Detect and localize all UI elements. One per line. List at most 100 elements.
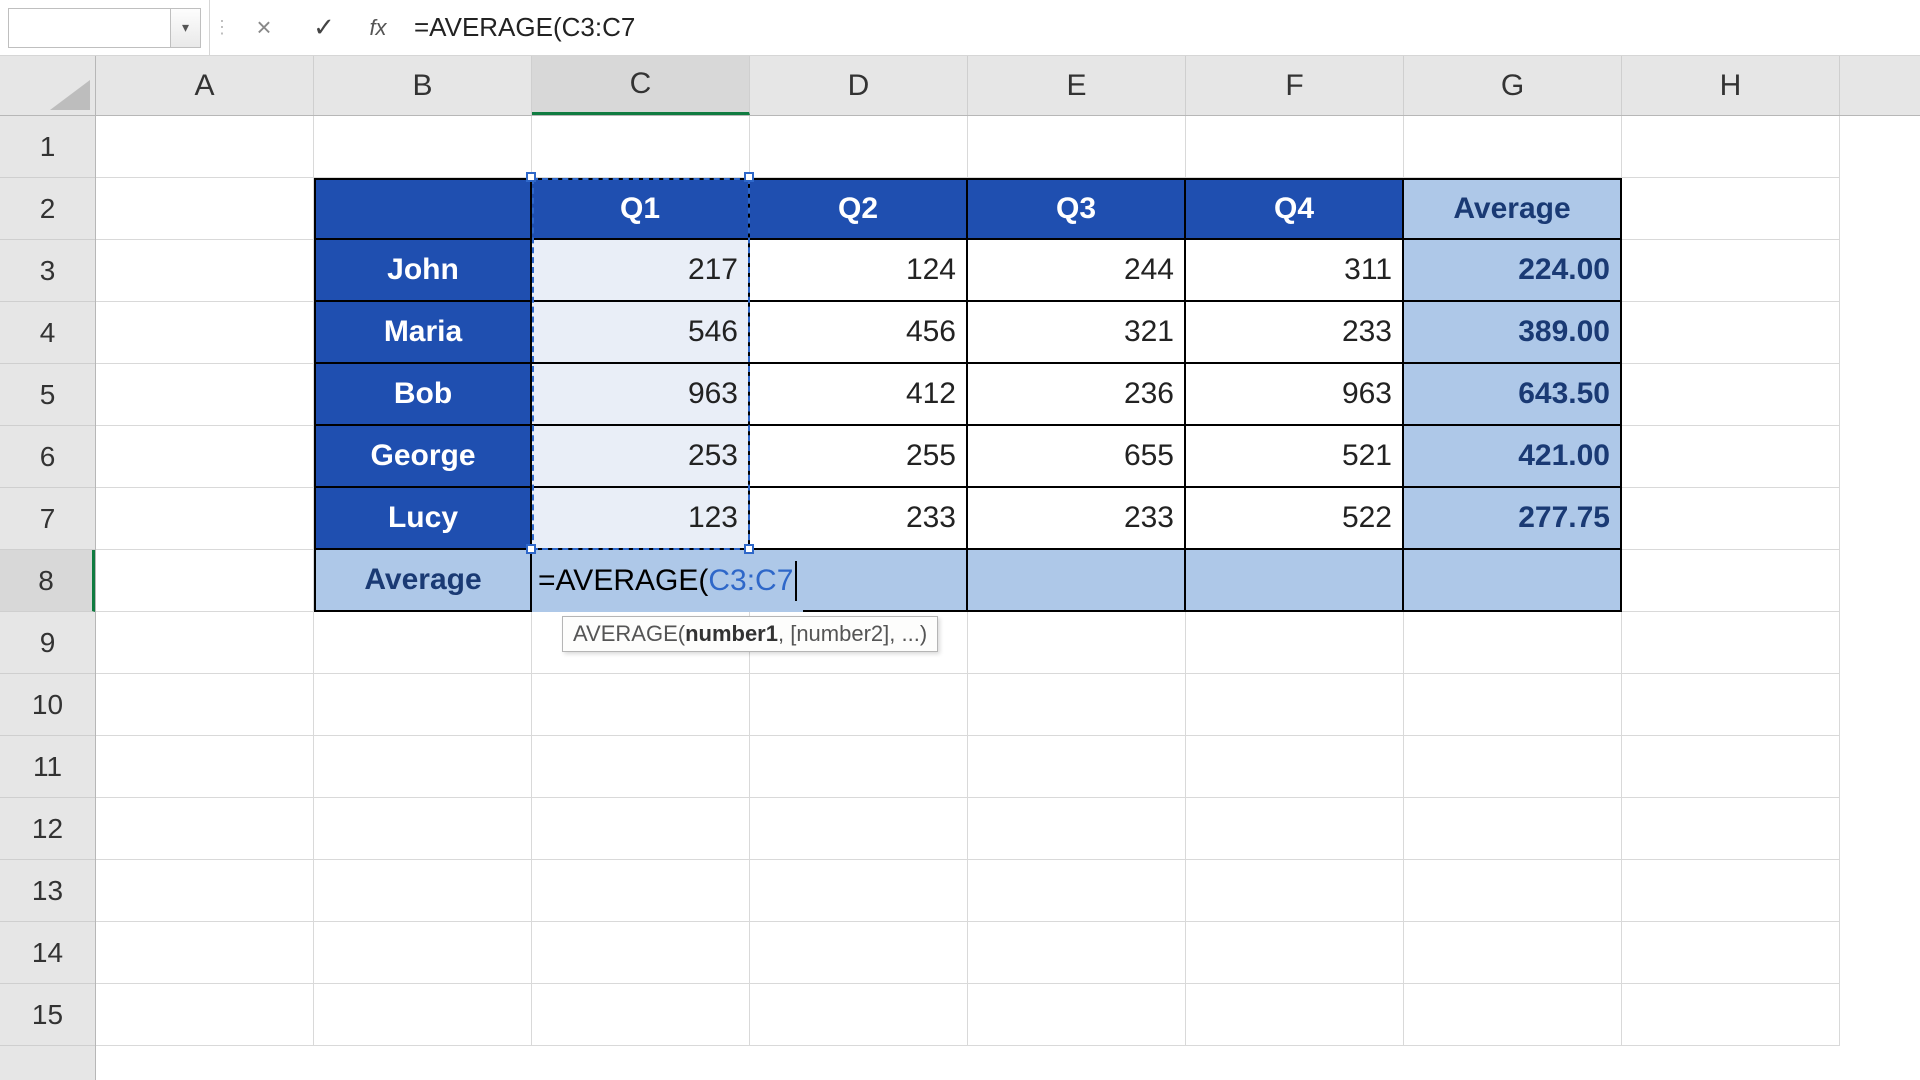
cell-H9[interactable] (1622, 612, 1840, 674)
cell-B5[interactable]: Bob (314, 364, 532, 426)
cell-H11[interactable] (1622, 736, 1840, 798)
cell-A5[interactable] (96, 364, 314, 426)
cell-G6[interactable]: 421.00 (1404, 426, 1622, 488)
cell-A12[interactable] (96, 798, 314, 860)
column-header-E[interactable]: E (968, 56, 1186, 115)
cell-G9[interactable] (1404, 612, 1622, 674)
column-header-A[interactable]: A (96, 56, 314, 115)
cell-C10[interactable] (532, 674, 750, 736)
row-header-12[interactable]: 12 (0, 798, 95, 860)
cell-G11[interactable] (1404, 736, 1622, 798)
row-header-3[interactable]: 3 (0, 240, 95, 302)
formula-cancel-button[interactable]: × (234, 0, 294, 55)
cell-C2[interactable]: Q1 (532, 178, 750, 240)
select-all-corner[interactable] (0, 56, 96, 116)
cell-G4[interactable]: 389.00 (1404, 302, 1622, 364)
cell-A6[interactable] (96, 426, 314, 488)
cell-G2[interactable]: Average (1404, 178, 1622, 240)
cell-F9[interactable] (1186, 612, 1404, 674)
cell-A11[interactable] (96, 736, 314, 798)
column-header-C[interactable]: C (532, 56, 750, 115)
cell-H1[interactable] (1622, 116, 1840, 178)
cell-E7[interactable]: 233 (968, 488, 1186, 550)
row-header-8[interactable]: 8 (0, 550, 95, 612)
cell-B6[interactable]: George (314, 426, 532, 488)
cell-H5[interactable] (1622, 364, 1840, 426)
cell-F2[interactable]: Q4 (1186, 178, 1404, 240)
editing-cell-C8[interactable]: =AVERAGE(C3:C7 (532, 550, 803, 612)
cell-F10[interactable] (1186, 674, 1404, 736)
cell-D6[interactable]: 255 (750, 426, 968, 488)
row-header-11[interactable]: 11 (0, 736, 95, 798)
cell-F1[interactable] (1186, 116, 1404, 178)
cell-A13[interactable] (96, 860, 314, 922)
cell-C6[interactable]: 253 (532, 426, 750, 488)
cell-D10[interactable] (750, 674, 968, 736)
cell-A1[interactable] (96, 116, 314, 178)
cell-C11[interactable] (532, 736, 750, 798)
cell-A9[interactable] (96, 612, 314, 674)
row-header-10[interactable]: 10 (0, 674, 95, 736)
cell-A10[interactable] (96, 674, 314, 736)
column-header-F[interactable]: F (1186, 56, 1404, 115)
cell-D7[interactable]: 233 (750, 488, 968, 550)
cell-B4[interactable]: Maria (314, 302, 532, 364)
cell-H13[interactable] (1622, 860, 1840, 922)
cell-E12[interactable] (968, 798, 1186, 860)
cell-E4[interactable]: 321 (968, 302, 1186, 364)
range-handle[interactable] (744, 172, 754, 182)
cell-G10[interactable] (1404, 674, 1622, 736)
fx-icon[interactable]: fx (354, 0, 402, 55)
cell-A2[interactable] (96, 178, 314, 240)
row-header-2[interactable]: 2 (0, 178, 95, 240)
cell-H8[interactable] (1622, 550, 1840, 612)
cell-C5[interactable]: 963 (532, 364, 750, 426)
cell-E14[interactable] (968, 922, 1186, 984)
cell-E2[interactable]: Q3 (968, 178, 1186, 240)
row-header-13[interactable]: 13 (0, 860, 95, 922)
cell-A4[interactable] (96, 302, 314, 364)
cell-D12[interactable] (750, 798, 968, 860)
cell-F5[interactable]: 963 (1186, 364, 1404, 426)
cell-A15[interactable] (96, 984, 314, 1046)
cell-D1[interactable] (750, 116, 968, 178)
cell-B13[interactable] (314, 860, 532, 922)
cell-F8[interactable] (1186, 550, 1404, 612)
cell-H6[interactable] (1622, 426, 1840, 488)
cell-E5[interactable]: 236 (968, 364, 1186, 426)
cell-H7[interactable] (1622, 488, 1840, 550)
cell-G1[interactable] (1404, 116, 1622, 178)
cell-E11[interactable] (968, 736, 1186, 798)
cell-C14[interactable] (532, 922, 750, 984)
cell-E10[interactable] (968, 674, 1186, 736)
cell-D5[interactable]: 412 (750, 364, 968, 426)
cell-B14[interactable] (314, 922, 532, 984)
cell-C3[interactable]: 217 (532, 240, 750, 302)
cell-C13[interactable] (532, 860, 750, 922)
cell-F6[interactable]: 521 (1186, 426, 1404, 488)
cell-C12[interactable] (532, 798, 750, 860)
cell-G13[interactable] (1404, 860, 1622, 922)
cell-D13[interactable] (750, 860, 968, 922)
cell-G7[interactable]: 277.75 (1404, 488, 1622, 550)
range-handle[interactable] (526, 172, 536, 182)
range-handle[interactable] (526, 544, 536, 554)
name-box[interactable] (8, 8, 171, 48)
cell-F3[interactable]: 311 (1186, 240, 1404, 302)
cell-E6[interactable]: 655 (968, 426, 1186, 488)
cell-E15[interactable] (968, 984, 1186, 1046)
cell-B15[interactable] (314, 984, 532, 1046)
range-handle[interactable] (744, 544, 754, 554)
cell-F14[interactable] (1186, 922, 1404, 984)
column-header-B[interactable]: B (314, 56, 532, 115)
row-header-5[interactable]: 5 (0, 364, 95, 426)
cell-H14[interactable] (1622, 922, 1840, 984)
cell-D14[interactable] (750, 922, 968, 984)
cell-A3[interactable] (96, 240, 314, 302)
cell-H10[interactable] (1622, 674, 1840, 736)
cell-E13[interactable] (968, 860, 1186, 922)
cell-H4[interactable] (1622, 302, 1840, 364)
cell-G3[interactable]: 224.00 (1404, 240, 1622, 302)
cell-A7[interactable] (96, 488, 314, 550)
cell-H12[interactable] (1622, 798, 1840, 860)
